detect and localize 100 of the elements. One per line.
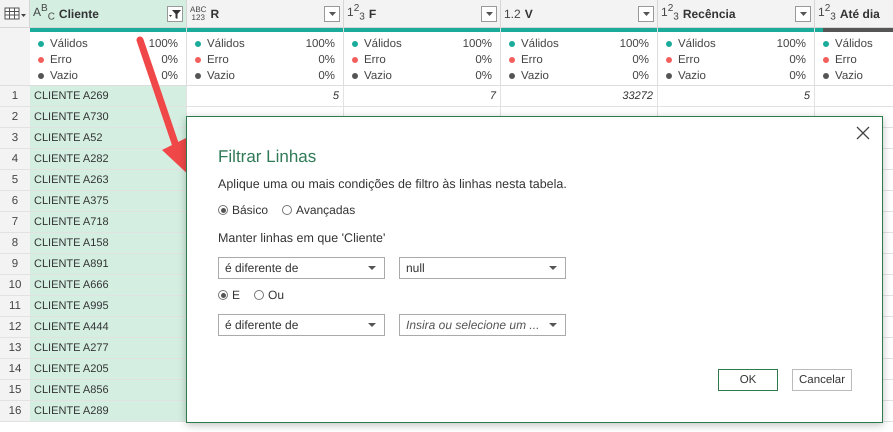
column-name: V [524,6,534,20]
table-cell: CLIENTE A375 [30,191,187,211]
row-number: 3 [0,128,30,148]
stat-label: Vazio [207,70,236,82]
dialog-description: Aplique uma ou mais condições de filtro às linhas nesta tabela. [218,177,568,191]
column-filter-button[interactable] [795,6,811,22]
stat-value: 0% [161,54,178,66]
caret-icon [368,266,376,270]
stat-value: 0% [318,70,335,82]
stat-value: 100% [148,38,178,50]
stat-label: Válidos [207,38,246,50]
row-number: 12 [0,317,30,337]
stat-value: 0% [632,54,649,66]
stat-label: Válidos [50,38,89,50]
table-cell: 5 [187,86,344,106]
caret-icon [549,322,557,328]
column-filter-button[interactable] [638,6,654,22]
table-cell: 7 [344,86,501,106]
table-cell: CLIENTE A158 [30,233,187,253]
stat-value: 0% [318,54,335,66]
table-cell: CLIENTE A730 [30,107,187,127]
row-number: 4 [0,149,30,169]
table-cell: CLIENTE A263 [30,170,187,190]
table-cell: CLIENTE A444 [30,317,187,337]
column-filter-button[interactable] [481,6,497,22]
caret-icon [368,322,376,328]
stat-value: 0% [789,54,806,66]
column-header[interactable]: A$^{B}$$_{C}$ Cliente [30,0,187,27]
stat-value: 0% [475,54,492,66]
column-name: R [210,6,220,20]
table-cell: CLIENTE A891 [30,254,187,274]
table-cell: CLIENTE A205 [30,359,187,379]
column-header[interactable]: 1$^{2}$$_{3}$ Recência [658,0,815,27]
caret-icon [549,266,557,270]
stat-label: Erro [50,54,73,66]
stat-value: 100% [620,38,649,50]
table-cell: CLIENTE A666 [30,275,187,295]
row-number: 11 [0,296,30,316]
stat-value: 100% [462,38,492,50]
table-cell: CLIENTE A856 [30,380,187,400]
stat-label: Vazio [835,70,864,82]
column-filter-button[interactable] [167,6,183,22]
table-cell: CLIENTE A269 [30,86,187,106]
mode-radio[interactable]: Avançadas [282,203,356,217]
stat-value: 100% [306,38,335,50]
column-header[interactable]: 1.2 V [501,0,658,27]
row-number: 9 [0,254,30,274]
column-type-icon: ABC 123 [190,6,206,22]
row-number: 7 [0,212,30,232]
table-cell: CLIENTE A277 [30,338,187,358]
table-cell: CLIENTE A718 [30,212,187,232]
table-cell: CLIENTE A995 [30,296,187,316]
stat-label: Erro [207,54,230,66]
column-type-icon: 1.2 [504,8,521,20]
value-dropdown[interactable]: Insira ou selecione um ... [399,314,566,336]
stat-label: Válidos [678,38,717,50]
row-number: 15 [0,380,30,400]
operator-dropdown[interactable]: é diferente de [218,257,385,279]
caret-icon [800,12,806,16]
ok-button[interactable]: OK [718,369,778,391]
stat-label: Erro [364,54,387,66]
row-number: 5 [0,170,30,190]
stat-label: Vazio [50,70,79,82]
table-cell: 5 [658,86,815,106]
conjunction-radio[interactable]: Ou [254,288,284,302]
value-dropdown[interactable]: null [399,257,566,279]
stat-value: 0% [632,70,649,82]
row-number: 6 [0,191,30,211]
row-number: 2 [0,107,30,127]
column-header[interactable]: 1$^{2}$$_{3}$ F [344,0,501,27]
stat-value: 100% [776,38,806,50]
conjunction-radio[interactable]: E [218,288,240,302]
column-header[interactable]: 1$^{2}$$_{3}$ Até dia [815,0,893,27]
column-name: Até dia [840,6,881,20]
row-number: 1 [0,86,30,106]
stat-label: Válidos [835,38,874,50]
close-icon[interactable] [856,126,870,140]
stat-label: Vazio [678,70,707,82]
stat-value: 0% [161,70,178,82]
stat-label: Erro [521,54,544,66]
column-filter-button[interactable] [324,6,340,22]
stat-label: Erro [678,54,701,66]
row-number: 10 [0,275,30,295]
cancel-button[interactable]: Cancelar [792,369,852,391]
stat-label: Vazio [521,70,550,82]
operator-dropdown[interactable]: é diferente de [218,314,385,336]
stat-label: Erro [835,54,858,66]
row-number: 13 [0,338,30,358]
mode-radio[interactable]: Básico [218,203,268,217]
caret-icon [328,12,336,16]
stat-label: Válidos [364,38,403,50]
caret-icon [486,12,492,16]
row-number: 16 [0,401,30,421]
stat-value: 0% [789,70,806,82]
row-number: 8 [0,233,30,253]
column-name: F [368,6,378,20]
column-name: Recência [682,6,737,20]
dialog-title: Filtrar Linhas [218,147,318,167]
table-cell: CLIENTE A52 [30,128,187,148]
condition-label: Manter linhas em que 'Cliente' [218,231,386,245]
